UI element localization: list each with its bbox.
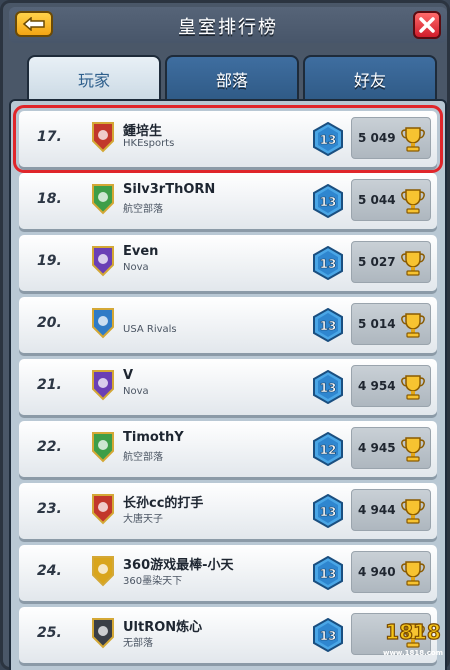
player-row[interactable]: 19. Even Nova 13 5 027 [19, 235, 437, 291]
rocket-clan-icon [91, 307, 115, 339]
title-bar: 皇室排行榜 [9, 7, 447, 43]
player-name: 鍾培生 [123, 124, 163, 139]
player-row[interactable]: 23. 长孙cc的打手大唐天子 13 4 944 [19, 483, 437, 539]
svg-text:13: 13 [320, 629, 337, 643]
player-clan: 大唐天子 [123, 514, 163, 525]
player-name: 长孙cc的打手 [123, 496, 204, 511]
page-title: 皇室排行榜 [178, 17, 278, 38]
player-rank: 18. [37, 191, 62, 207]
flame-clan-icon [91, 121, 115, 153]
trophy-count-box: 4 940 [351, 551, 431, 593]
star-clan-icon [91, 369, 115, 401]
watermark-logo: 1818 www.1818.com [383, 609, 443, 663]
trophy-count: 4 940 [358, 565, 396, 579]
player-clan: HKEsports [123, 138, 175, 149]
level-badge: 12 [313, 431, 343, 467]
trophy-count: 5 044 [358, 193, 396, 207]
player-name: Silv3rThORN [123, 182, 216, 197]
trophy-count: 4 944 [358, 503, 396, 517]
player-name: Even [123, 244, 159, 259]
player-name: V [123, 368, 134, 383]
svg-text:13: 13 [320, 381, 337, 395]
svg-text:13: 13 [320, 195, 337, 209]
player-clan: USA Rivals [123, 324, 177, 335]
level-badge: 13 [313, 121, 343, 157]
trophy-count-box: 5 044 [351, 179, 431, 221]
player-clan: 航空部落 [123, 204, 163, 215]
svg-text:12: 12 [320, 443, 337, 457]
svg-text:13: 13 [320, 133, 337, 147]
trophy-count: 5 049 [358, 131, 396, 145]
player-name: TimothY [123, 430, 184, 445]
player-row[interactable]: 18. Silv3rThORN 航空部落 13 5 044 [19, 173, 437, 229]
level-badge: 13 [313, 307, 343, 343]
trophy-count-box: 4 954 [351, 365, 431, 407]
level-badge: 13 [313, 183, 343, 219]
player-name: UltRON炼心 [123, 620, 203, 635]
level-badge: 13 [313, 555, 343, 591]
trophy-icon [400, 249, 426, 277]
level-badge: 13 [313, 617, 343, 653]
trophy-count-box: 4 944 [351, 489, 431, 531]
leaf-clan-icon [91, 431, 115, 463]
trophy-icon [400, 373, 426, 401]
svg-text:13: 13 [320, 257, 337, 271]
player-clan: Nova [123, 386, 149, 397]
player-clan: 360墨染天下 [123, 576, 183, 587]
player-rank: 21. [37, 377, 62, 393]
trophy-count: 4 945 [358, 441, 396, 455]
trophy-count-box: 5 049 [351, 117, 431, 159]
player-rank: 22. [37, 439, 62, 455]
trophy-count-box: 5 014 [351, 303, 431, 345]
level-badge: 13 [313, 245, 343, 281]
player-rank: 24. [37, 563, 62, 579]
svg-text:13: 13 [320, 505, 337, 519]
trophy-icon [400, 559, 426, 587]
trophy-icon [400, 187, 426, 215]
close-button[interactable] [413, 11, 441, 39]
trophy-icon [400, 497, 426, 525]
player-row[interactable]: 17. 鍾培生 HKEsports 13 5 049 [13, 105, 443, 173]
svg-text:13: 13 [320, 567, 337, 581]
trophy-count: 5 027 [358, 255, 396, 269]
svg-text:www.1818.com: www.1818.com [383, 649, 443, 657]
player-row[interactable]: 21. V Nova 13 4 954 [19, 359, 437, 415]
empty-clan-icon [91, 617, 115, 649]
tab-players[interactable]: 玩家 [27, 55, 161, 101]
player-row[interactable]: 25. UltRON炼心无部落 13 [19, 607, 437, 663]
flame-clan-icon [91, 493, 115, 525]
tab-bar: 玩家 部落 好友 [27, 55, 437, 101]
player-rank: 17. [37, 129, 62, 145]
level-badge: 13 [313, 493, 343, 529]
trophy-count-box: 5 027 [351, 241, 431, 283]
player-rank: 25. [37, 625, 62, 641]
player-row[interactable]: 20. USA Rivals 13 5 014 [19, 297, 437, 353]
close-x-icon [419, 17, 435, 33]
trophy-count-box: 4 945 [351, 427, 431, 469]
trophy-count: 5 014 [358, 317, 396, 331]
player-clan: 无部落 [123, 638, 153, 649]
player-clan: Nova [123, 262, 149, 273]
window-frame: 皇室排行榜 玩家 部落 好友 17. 鍾培生 HKEsports 13 5 049 18.… [0, 0, 450, 670]
trophy-count: 4 954 [358, 379, 396, 393]
tab-friends[interactable]: 好友 [303, 55, 437, 101]
player-row[interactable]: 24. 360游戏最棒-小天 360墨染天下 13 4 940 [19, 545, 437, 601]
player-rank: 23. [37, 501, 62, 517]
trophy-icon [400, 125, 426, 153]
star-clan-icon [91, 245, 115, 277]
player-clan: 航空部落 [123, 452, 163, 463]
level-badge: 13 [313, 369, 343, 405]
svg-text:1818: 1818 [385, 620, 441, 644]
player-row[interactable]: 22. TimothY 航空部落 12 4 945 [19, 421, 437, 477]
player-rank: 20. [37, 315, 62, 331]
trophy-icon [400, 311, 426, 339]
skull-clan-icon [91, 555, 115, 587]
trophy-icon [400, 435, 426, 463]
player-rank: 19. [37, 253, 62, 269]
player-name: 360游戏最棒-小天 [123, 558, 234, 573]
leaf-clan-icon [91, 183, 115, 215]
svg-text:13: 13 [320, 319, 337, 333]
tab-clans[interactable]: 部落 [165, 55, 299, 101]
leaderboard-list[interactable]: 17. 鍾培生 HKEsports 13 5 049 18. Silv3rThORN 航空部落… [9, 99, 447, 670]
